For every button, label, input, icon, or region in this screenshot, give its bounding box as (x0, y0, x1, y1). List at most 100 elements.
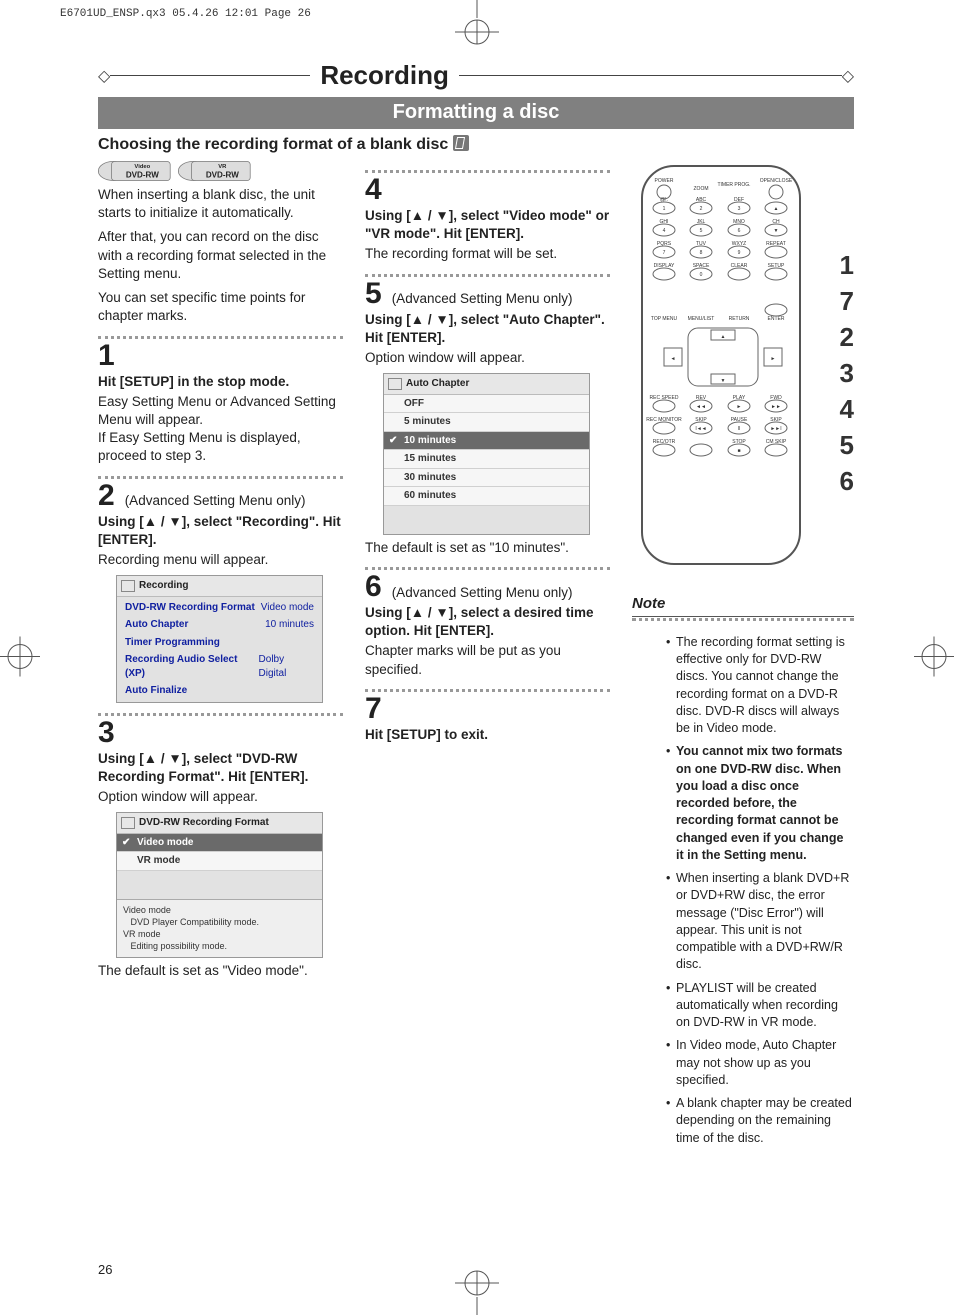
svg-text:TOP MENU: TOP MENU (651, 316, 678, 322)
step-1-number: 1 (98, 341, 115, 371)
step-5-tail: The default is set as "10 minutes". (365, 539, 610, 557)
svg-text:VR: VR (218, 164, 227, 170)
svg-text:►►: ►► (771, 404, 781, 410)
dvd-insert-icon (453, 135, 469, 151)
osd-option: 5 minutes (384, 413, 589, 432)
intro-p2: After that, you can record on the disc w… (98, 228, 343, 283)
svg-text:2: 2 (700, 206, 703, 212)
step-3-number: 3 (98, 718, 115, 748)
column-2: 4 Using [▲ / ▼], select "Video mode" or … (365, 160, 610, 1159)
folder-icon (121, 580, 135, 592)
step-7-number: 7 (365, 694, 382, 724)
osd-option: VR mode (117, 852, 322, 871)
svg-text:7: 7 (663, 250, 666, 256)
folder-icon (121, 817, 135, 829)
intro-p3: You can set specific time points for cha… (98, 289, 343, 325)
diamond-right-icon: ◇ (842, 66, 854, 86)
step-2-advnote: (Advanced Setting Menu only) (125, 492, 306, 510)
dvd-rw-video-badge: VideoDVD-RW (98, 160, 172, 182)
osd-autochapter-menu: Auto Chapter OFF5 minutes✔10 minutes15 m… (383, 373, 590, 535)
note-item: You cannot mix two formats on one DVD-RW… (668, 743, 854, 864)
note-item: PLAYLIST will be created automatically w… (668, 980, 854, 1032)
svg-text:►►I: ►►I (770, 426, 781, 432)
step-5-body: Option window will appear. (365, 349, 610, 367)
subsection-heading: Choosing the recording format of a blank… (98, 135, 854, 154)
dvd-rw-vr-badge: VRDVD-RW (178, 160, 252, 182)
svg-text:►: ► (737, 404, 742, 410)
svg-text:TIMER PROG.: TIMER PROG. (717, 182, 750, 188)
manual-page: E6701UD_ENSP.qx3 05.4.26 12:01 Page 26 ◇… (0, 0, 954, 1315)
step-4-body: The recording format will be set. (365, 245, 610, 263)
diamond-left-icon: ◇ (98, 66, 110, 86)
step-5-number: 5 (365, 279, 382, 309)
step-3-tail: The default is set as "Video mode". (98, 962, 343, 980)
svg-text:3: 3 (738, 206, 741, 212)
note-item: In Video mode, Auto Chapter may not show… (668, 1037, 854, 1089)
note-heading: Note (632, 594, 854, 617)
remote-side-numbers: 1723456 (840, 252, 854, 494)
crop-mark-bottom (447, 1265, 507, 1315)
page-number: 26 (98, 1262, 112, 1277)
step-6-body: Chapter marks will be put as you specifi… (365, 642, 610, 678)
svg-text:▼: ▼ (774, 228, 779, 234)
print-header: E6701UD_ENSP.qx3 05.4.26 12:01 Page 26 (60, 8, 311, 20)
remote-callout-number: 2 (840, 324, 854, 350)
svg-text:5: 5 (700, 228, 703, 234)
svg-text:DVD-RW: DVD-RW (126, 171, 159, 180)
step-4-head: Using [▲ / ▼], select "Video mode" or "V… (365, 207, 610, 243)
crop-mark-top (447, 0, 507, 50)
remote-callout-number: 6 (840, 468, 854, 494)
svg-text:6: 6 (738, 228, 741, 234)
osd-row: Timer Programming (117, 634, 322, 652)
note-item: When inserting a blank DVD+R or DVD+RW d… (668, 870, 854, 974)
osd-row: Auto Finalize (117, 682, 322, 700)
step-2-head: Using [▲ / ▼], select "Recording". Hit [… (98, 513, 343, 549)
svg-text:9: 9 (738, 250, 741, 256)
step-7-head: Hit [SETUP] to exit. (365, 726, 610, 744)
title-bar: ◇ Recording ◇ (98, 60, 854, 91)
svg-text:▲: ▲ (774, 206, 779, 212)
step-1-body: Easy Setting Menu or Advanced Setting Me… (98, 393, 343, 466)
crop-mark-left (0, 636, 40, 679)
svg-text:POWER: POWER (655, 178, 674, 184)
step-5-advnote: (Advanced Setting Menu only) (392, 290, 573, 308)
svg-text:▲: ▲ (721, 334, 726, 340)
remote-callout-number: 1 (840, 252, 854, 278)
svg-text:MENU/LIST: MENU/LIST (688, 316, 715, 322)
remote-callout-number: 7 (840, 288, 854, 314)
step-2-body: Recording menu will appear. (98, 551, 343, 569)
svg-text:4: 4 (663, 228, 666, 234)
step-6-advnote: (Advanced Setting Menu only) (392, 584, 573, 602)
svg-text:■: ■ (737, 448, 740, 454)
note-item: A blank chapter may be created depending… (668, 1095, 854, 1147)
svg-text:◄◄: ◄◄ (696, 404, 706, 410)
svg-text:1: 1 (663, 206, 666, 212)
osd-option: 30 minutes (384, 469, 589, 488)
svg-text:◄: ◄ (671, 356, 676, 362)
column-1: VideoDVD-RW VRDVD-RW When inserting a bl… (98, 160, 343, 1159)
svg-text:8: 8 (700, 250, 703, 256)
osd-row: Auto Chapter10 minutes (117, 616, 322, 634)
svg-text:RETURN: RETURN (729, 316, 750, 322)
osd-row: Recording Audio Select (XP)Dolby Digital (117, 651, 322, 682)
svg-text:II: II (738, 426, 741, 432)
svg-text:►: ► (771, 356, 776, 362)
svg-text:0: 0 (700, 272, 703, 278)
step-3-body: Option window will appear. (98, 788, 343, 806)
page-title: Recording (320, 60, 449, 91)
svg-text:Video: Video (134, 164, 150, 170)
osd-dvdrw-format-menu: DVD-RW Recording Format ✔Video modeVR mo… (116, 812, 323, 957)
svg-text:▼: ▼ (721, 378, 726, 384)
svg-text:ENTER: ENTER (768, 316, 785, 322)
step-1-head: Hit [SETUP] in the stop mode. (98, 373, 343, 391)
intro-p1: When inserting a blank disc, the unit st… (98, 186, 343, 222)
svg-text:ZOOM: ZOOM (694, 186, 709, 192)
osd-format-footer: Video mode DVD Player Compatibility mode… (117, 899, 322, 957)
osd-option: ✔10 minutes (384, 432, 589, 451)
step-4-number: 4 (365, 175, 382, 205)
osd-option: OFF (384, 395, 589, 414)
svg-text:I◄◄: I◄◄ (695, 426, 706, 432)
step-3-head: Using [▲ / ▼], select "DVD-RW Recording … (98, 750, 343, 786)
osd-option: 60 minutes (384, 487, 589, 506)
osd-row: DVD-RW Recording FormatVideo mode (117, 599, 322, 617)
